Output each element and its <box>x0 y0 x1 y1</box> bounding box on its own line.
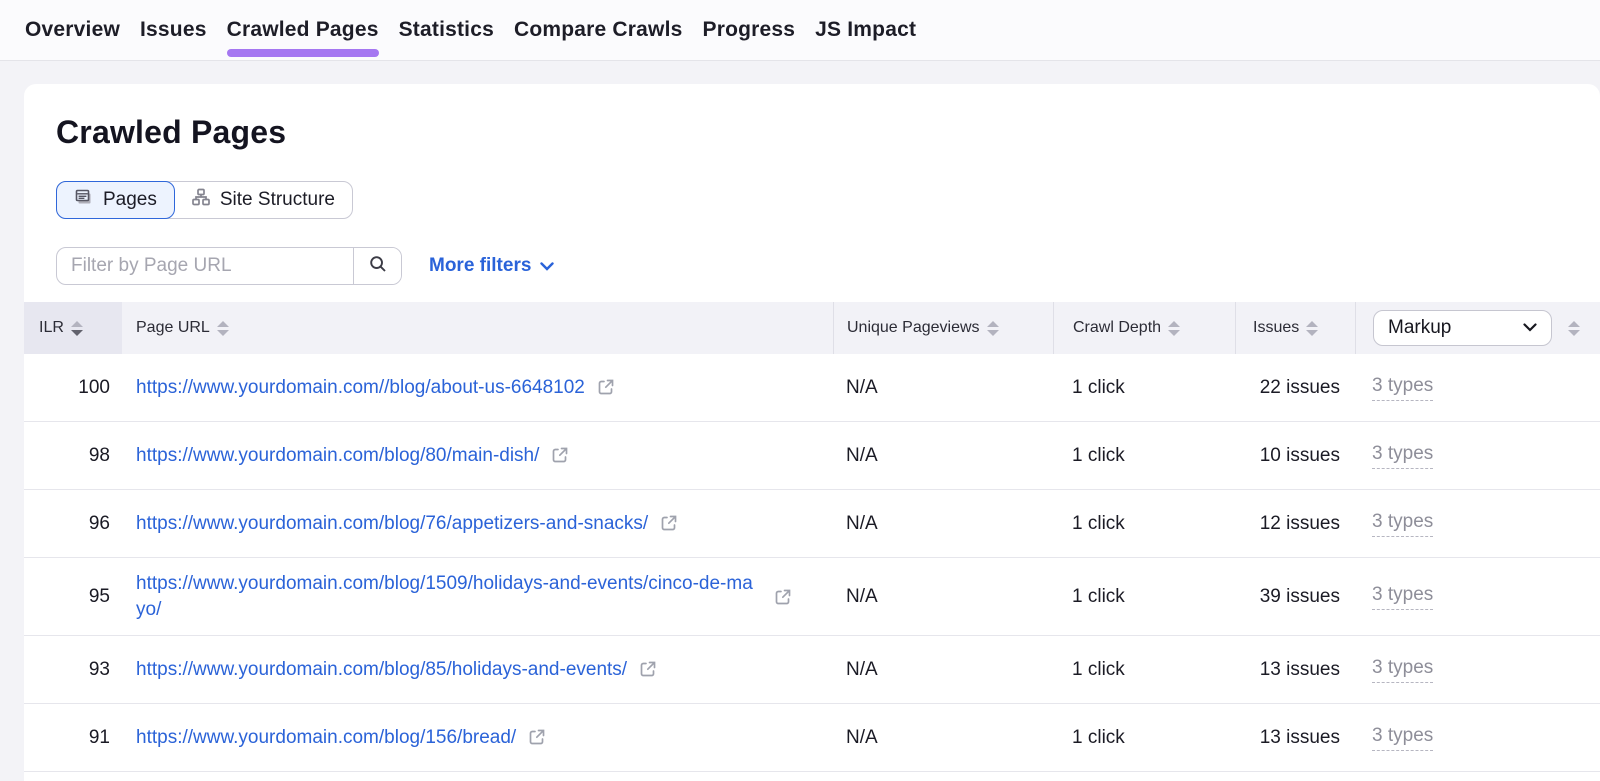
sort-icon <box>1306 321 1318 336</box>
tab-progress[interactable]: Progress <box>703 0 796 61</box>
column-header-unique-pageviews[interactable]: Unique Pageviews <box>833 302 1053 354</box>
magnifier-icon <box>368 254 388 279</box>
external-link-icon[interactable] <box>773 587 793 607</box>
crawl-depth-value: 1 click <box>1053 727 1235 749</box>
ilr-value: 93 <box>24 659 122 681</box>
ilr-value: 95 <box>24 586 122 608</box>
sort-icon <box>1568 321 1580 336</box>
view-toggle: Pages Site Structure <box>56 181 353 219</box>
table-row: 100 https://www.yourdomain.com//blog/abo… <box>24 354 1600 422</box>
column-label: Page URL <box>136 319 210 337</box>
toggle-pages[interactable]: Pages <box>56 181 175 219</box>
markup-types-link[interactable]: 3 types <box>1372 657 1433 683</box>
tab-crawled-pages[interactable]: Crawled Pages <box>227 0 379 61</box>
column-label: Unique Pageviews <box>847 319 980 337</box>
external-link-icon[interactable] <box>638 659 658 679</box>
tab-compare-crawls[interactable]: Compare Crawls <box>514 0 683 61</box>
table-row: 91 https://www.yourdomain.com/blog/156/b… <box>24 704 1600 772</box>
unique-pageviews-value: N/A <box>833 659 1053 681</box>
markup-types-link[interactable]: 3 types <box>1372 375 1433 401</box>
pages-icon <box>74 187 94 213</box>
crawl-depth-value: 1 click <box>1053 586 1235 608</box>
more-filters-label: More filters <box>429 255 531 277</box>
crawled-pages-table: ILR Page URL Unique Pageviews Crawl Dept… <box>24 302 1600 772</box>
table-row: 96 https://www.yourdomain.com/blog/76/ap… <box>24 490 1600 558</box>
ilr-value: 100 <box>24 377 122 399</box>
unique-pageviews-value: N/A <box>833 586 1053 608</box>
toggle-site-structure[interactable]: Site Structure <box>174 182 352 218</box>
table-header: ILR Page URL Unique Pageviews Crawl Dept… <box>24 302 1600 354</box>
markup-types-link[interactable]: 3 types <box>1372 725 1433 751</box>
more-filters-button[interactable]: More filters <box>429 255 554 277</box>
top-navigation: Overview Issues Crawled Pages Statistics… <box>0 0 1600 61</box>
column-header-crawl-depth[interactable]: Crawl Depth <box>1053 302 1235 354</box>
external-link-icon[interactable] <box>527 727 547 747</box>
table-row: 95 https://www.yourdomain.com/blog/1509/… <box>24 558 1600 636</box>
ilr-value: 96 <box>24 513 122 535</box>
ilr-value: 91 <box>24 727 122 749</box>
crawl-depth-value: 1 click <box>1053 513 1235 535</box>
column-label: Crawl Depth <box>1073 319 1161 337</box>
tab-js-impact[interactable]: JS Impact <box>815 0 916 61</box>
crawl-depth-value: 1 click <box>1053 445 1235 467</box>
ilr-value: 98 <box>24 445 122 467</box>
issues-value: 13 issues <box>1235 727 1355 749</box>
column-header-page-url[interactable]: Page URL <box>122 302 833 354</box>
crawl-depth-value: 1 click <box>1053 659 1235 681</box>
site-structure-icon <box>191 187 211 213</box>
search-button[interactable] <box>353 248 401 284</box>
table-row: 98 https://www.yourdomain.com/blog/80/ma… <box>24 422 1600 490</box>
page-url-link[interactable]: https://www.yourdomain.com/blog/156/brea… <box>136 725 516 751</box>
external-link-icon[interactable] <box>596 377 616 397</box>
unique-pageviews-value: N/A <box>833 377 1053 399</box>
markup-types-link[interactable]: 3 types <box>1372 511 1433 537</box>
page-url-link[interactable]: https://www.yourdomain.com/blog/76/appet… <box>136 511 648 537</box>
sort-icon <box>71 321 83 336</box>
external-link-icon[interactable] <box>550 445 570 465</box>
table-row: 93 https://www.yourdomain.com/blog/85/ho… <box>24 636 1600 704</box>
tab-issues[interactable]: Issues <box>140 0 207 61</box>
unique-pageviews-value: N/A <box>833 445 1053 467</box>
markup-types-link[interactable]: 3 types <box>1372 584 1433 610</box>
toggle-site-structure-label: Site Structure <box>220 189 335 211</box>
issues-value: 13 issues <box>1235 659 1355 681</box>
issues-value: 22 issues <box>1235 377 1355 399</box>
sort-icon <box>217 321 229 336</box>
page-title: Crawled Pages <box>24 84 1600 151</box>
sort-icon <box>987 321 999 336</box>
markup-column-dropdown[interactable]: Markup <box>1373 310 1552 346</box>
url-filter <box>56 247 402 285</box>
tab-overview[interactable]: Overview <box>25 0 120 61</box>
issues-value: 10 issues <box>1235 445 1355 467</box>
crawled-pages-card: Crawled Pages Pages <box>24 84 1600 781</box>
sort-icon <box>1168 321 1180 336</box>
external-link-icon[interactable] <box>659 513 679 533</box>
column-label: ILR <box>39 319 64 337</box>
markup-types-link[interactable]: 3 types <box>1372 443 1433 469</box>
column-label: Issues <box>1253 319 1299 337</box>
tab-statistics[interactable]: Statistics <box>399 0 494 61</box>
toggle-pages-label: Pages <box>103 189 157 211</box>
column-header-markup: Markup <box>1355 302 1600 354</box>
markup-dropdown-value: Markup <box>1388 317 1451 339</box>
crawl-depth-value: 1 click <box>1053 377 1235 399</box>
filter-row: More filters <box>56 247 1600 285</box>
page-url-link[interactable]: https://www.yourdomain.com//blog/about-u… <box>136 375 585 401</box>
unique-pageviews-value: N/A <box>833 513 1053 535</box>
page-url-link[interactable]: https://www.yourdomain.com/blog/85/holid… <box>136 657 627 683</box>
chevron-down-icon <box>1523 319 1537 337</box>
issues-value: 12 issues <box>1235 513 1355 535</box>
page-url-link[interactable]: https://www.yourdomain.com/blog/80/main-… <box>136 443 539 469</box>
chevron-down-icon <box>540 255 554 277</box>
column-header-ilr[interactable]: ILR <box>24 302 122 354</box>
column-header-issues[interactable]: Issues <box>1235 302 1355 354</box>
issues-value: 39 issues <box>1235 586 1355 608</box>
page-url-filter-input[interactable] <box>57 248 353 284</box>
page-url-link[interactable]: https://www.yourdomain.com/blog/1509/hol… <box>136 571 762 622</box>
unique-pageviews-value: N/A <box>833 727 1053 749</box>
